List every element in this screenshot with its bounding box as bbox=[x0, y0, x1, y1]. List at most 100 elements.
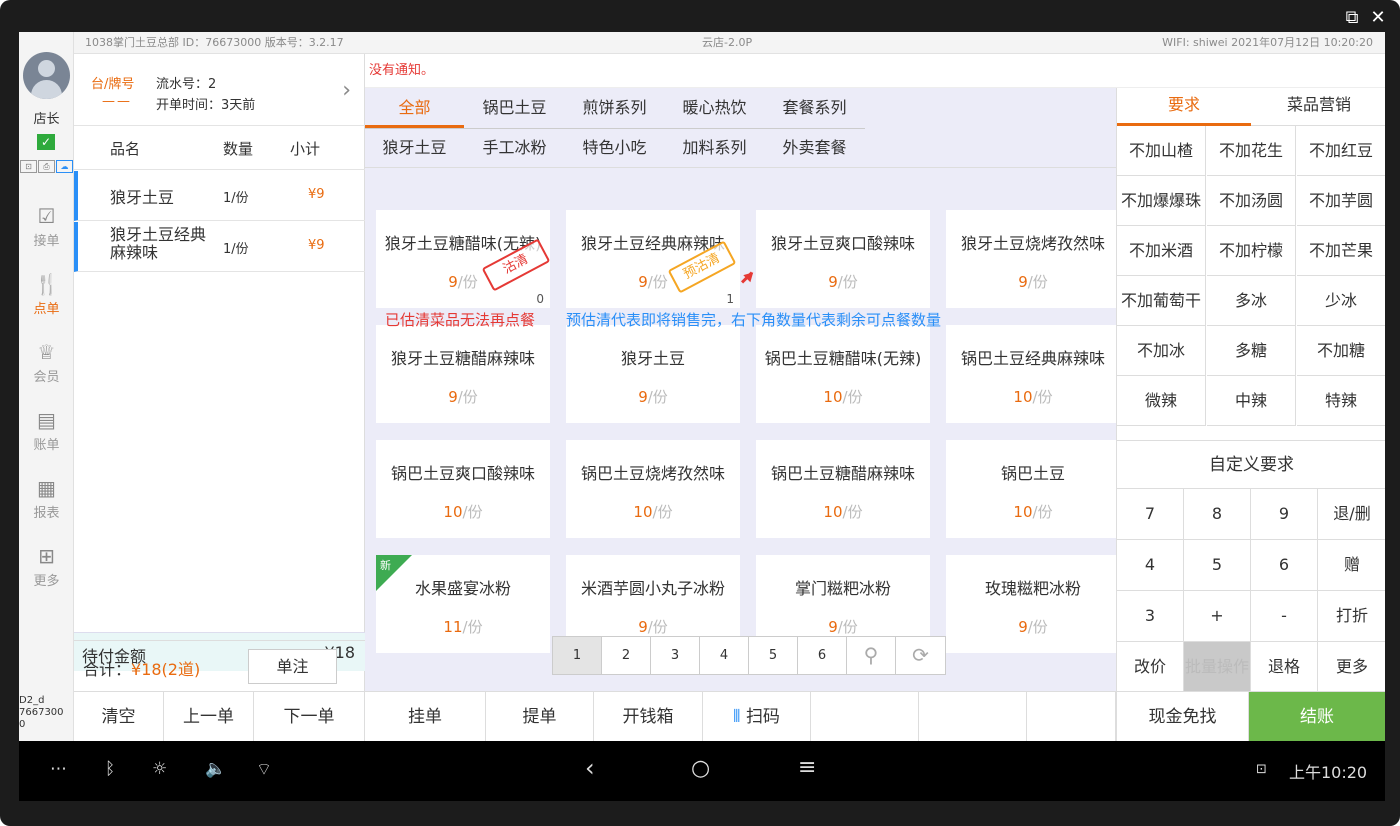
checkout-button[interactable]: 结账 bbox=[1249, 692, 1385, 741]
dish-card[interactable]: 新水果盛宴冰粉 11/份 bbox=[376, 555, 550, 653]
requirement-button[interactable]: 不加芒果 bbox=[1297, 226, 1385, 276]
nav-item-orders[interactable]: ☑ 接单 bbox=[19, 204, 74, 249]
key-7[interactable]: 7 bbox=[1117, 488, 1184, 539]
requirement-button[interactable]: 多冰 bbox=[1207, 276, 1296, 326]
requirement-button[interactable]: 不加米酒 bbox=[1117, 226, 1206, 276]
plus-key[interactable]: + bbox=[1184, 590, 1251, 641]
dish-card[interactable]: 锅巴土豆糖醋麻辣味 10/份 bbox=[756, 440, 930, 538]
tab-all[interactable]: 全部 bbox=[365, 88, 464, 128]
nav-item-member[interactable]: ♕ 会员 bbox=[19, 340, 74, 385]
avatar[interactable] bbox=[23, 52, 70, 99]
retrieve-order-button[interactable]: 提单 bbox=[486, 692, 594, 741]
tab-category[interactable]: 狼牙土豆 bbox=[365, 128, 464, 168]
dish-card[interactable]: 狼牙土豆 9/份 bbox=[566, 325, 740, 423]
next-order-button[interactable]: 下一单 bbox=[254, 692, 365, 741]
requirement-button[interactable]: 中辣 bbox=[1207, 376, 1296, 426]
order-note-button[interactable]: 单注 bbox=[248, 649, 337, 684]
custom-requirement-button[interactable]: 自定义要求 bbox=[1117, 440, 1385, 488]
requirement-button[interactable]: 特辣 bbox=[1297, 376, 1385, 426]
key-4[interactable]: 4 bbox=[1117, 539, 1184, 590]
nav-item-order-food[interactable]: 🍴 点单 bbox=[19, 272, 74, 317]
page-button[interactable]: 4 bbox=[700, 637, 749, 674]
dish-card[interactable]: 锅巴土豆爽口酸辣味 10/份 bbox=[376, 440, 550, 538]
ticket-header[interactable]: 台/牌号 —— 流水号：2 开单时间：3天前 › bbox=[74, 54, 365, 126]
page-button[interactable]: 1 bbox=[553, 637, 602, 674]
page-button[interactable]: 6 bbox=[798, 637, 847, 674]
key-5[interactable]: 5 bbox=[1184, 539, 1251, 590]
tab-category[interactable]: 煎饼系列 bbox=[565, 88, 664, 128]
requirement-button[interactable]: 不加汤圆 bbox=[1207, 176, 1296, 226]
page-button[interactable]: 2 bbox=[602, 637, 651, 674]
tab-category[interactable]: 手工冰粉 bbox=[465, 128, 564, 168]
tab-category[interactable]: 加料系列 bbox=[665, 128, 764, 168]
requirement-button[interactable]: 不加糖 bbox=[1297, 326, 1385, 376]
dish-card[interactable]: 狼牙土豆烧烤孜然味 9/份 bbox=[946, 210, 1120, 308]
key-9[interactable]: 9 bbox=[1251, 488, 1318, 539]
tab-category[interactable]: 特色小吃 bbox=[565, 128, 664, 168]
dish-card[interactable]: 狼牙土豆糖醋麻辣味 9/份 bbox=[376, 325, 550, 423]
dish-card[interactable]: 锅巴土豆糖醋味(无辣) 10/份 bbox=[756, 325, 930, 423]
requirement-button[interactable]: 多糖 bbox=[1207, 326, 1296, 376]
requirement-button[interactable]: 不加山楂 bbox=[1117, 126, 1206, 176]
menu-icon[interactable]: ≡ bbox=[798, 755, 816, 780]
tab-category[interactable]: 套餐系列 bbox=[765, 88, 864, 128]
key-8[interactable]: 8 bbox=[1184, 488, 1251, 539]
tab-category[interactable]: 暖心热饮 bbox=[665, 88, 764, 128]
cash-exact-button[interactable]: 现金免找 bbox=[1116, 692, 1249, 741]
nav-item-bills[interactable]: ▤ 账单 bbox=[19, 408, 74, 453]
refund-delete-key[interactable]: 退/删 bbox=[1318, 488, 1385, 539]
nav-item-reports[interactable]: ▦ 报表 bbox=[19, 476, 74, 521]
backspace-key[interactable]: 退格 bbox=[1251, 641, 1318, 692]
dish-card[interactable]: 狼牙土豆爽口酸辣味 9/份 bbox=[756, 210, 930, 308]
requirement-button[interactable]: 少冰 bbox=[1297, 276, 1385, 326]
wifi-icon[interactable]: ⌔ bbox=[256, 759, 272, 780]
requirement-button[interactable]: 不加冰 bbox=[1117, 326, 1206, 376]
page-button[interactable]: 5 bbox=[749, 637, 798, 674]
bluetooth-icon[interactable]: ᛒ bbox=[105, 759, 115, 779]
dish-card[interactable]: 玫瑰糍粑冰粉 9/份 bbox=[946, 555, 1120, 653]
dish-card[interactable]: 锅巴土豆经典麻辣味 10/份 bbox=[946, 325, 1120, 423]
screen-icon[interactable]: ⊡ bbox=[1256, 762, 1267, 777]
page-button[interactable]: 3 bbox=[651, 637, 700, 674]
discount-key[interactable]: 打折 bbox=[1318, 590, 1385, 641]
change-price-key[interactable]: 改价 bbox=[1117, 641, 1184, 692]
chevron-right-icon[interactable]: › bbox=[342, 78, 351, 103]
tab-category[interactable]: 锅巴土豆 bbox=[465, 88, 564, 128]
more-key[interactable]: 更多 bbox=[1318, 641, 1385, 692]
requirement-button[interactable]: 不加爆爆珠 bbox=[1117, 176, 1206, 226]
brightness-icon[interactable]: ☼ bbox=[152, 759, 167, 779]
dish-card[interactable]: 锅巴土豆 10/份 bbox=[946, 440, 1120, 538]
tab-dish-marketing[interactable]: 菜品营销 bbox=[1252, 88, 1385, 126]
clear-button[interactable]: 清空 bbox=[74, 692, 164, 741]
gift-key[interactable]: 赠 bbox=[1318, 539, 1385, 590]
volume-icon[interactable]: 🔈 bbox=[205, 759, 226, 779]
requirement-button[interactable]: 不加花生 bbox=[1207, 126, 1296, 176]
search-button[interactable]: ⚲ bbox=[847, 637, 896, 674]
order-row[interactable]: 狼牙土豆 1/份 ¥9 bbox=[74, 171, 365, 221]
requirement-button[interactable]: 不加红豆 bbox=[1297, 126, 1385, 176]
requirement-button[interactable]: 不加柠檬 bbox=[1207, 226, 1296, 276]
home-icon[interactable]: ○ bbox=[691, 756, 710, 781]
scan-button[interactable]: ⦀ 扫码 bbox=[703, 692, 811, 741]
hold-order-button[interactable]: 挂单 bbox=[365, 692, 486, 741]
minus-key[interactable]: - bbox=[1251, 590, 1318, 641]
refresh-button[interactable]: ⟳ bbox=[896, 637, 945, 674]
requirement-button[interactable]: 不加葡萄干 bbox=[1117, 276, 1206, 326]
close-icon[interactable]: ✕ bbox=[1368, 8, 1388, 28]
order-row[interactable]: 狼牙土豆经典 麻辣味 1/份 ¥9 bbox=[74, 222, 365, 272]
nav-item-more[interactable]: ⊞ 更多 bbox=[19, 544, 74, 589]
open-drawer-button[interactable]: 开钱箱 bbox=[594, 692, 703, 741]
dish-card[interactable]: 狼牙土豆糖醋味(无辣) 9/份 0 沽清 bbox=[376, 210, 550, 308]
dish-card[interactable]: 锅巴土豆烧烤孜然味 10/份 bbox=[566, 440, 740, 538]
requirement-button[interactable]: 不加芋圆 bbox=[1297, 176, 1385, 226]
popout-icon[interactable]: ⧉ bbox=[1342, 8, 1362, 28]
tab-category[interactable]: 外卖套餐 bbox=[765, 128, 864, 168]
key-6[interactable]: 6 bbox=[1251, 539, 1318, 590]
more-icon[interactable]: ⋯ bbox=[50, 759, 67, 779]
tab-requirements[interactable]: 要求 bbox=[1117, 88, 1251, 126]
dish-card[interactable]: 狼牙土豆经典麻辣味 9/份 1 预沽清 bbox=[566, 210, 740, 308]
key-3[interactable]: 3 bbox=[1117, 590, 1184, 641]
requirement-button[interactable]: 微辣 bbox=[1117, 376, 1206, 426]
back-icon[interactable]: ‹ bbox=[585, 754, 595, 782]
prev-order-button[interactable]: 上一单 bbox=[164, 692, 254, 741]
